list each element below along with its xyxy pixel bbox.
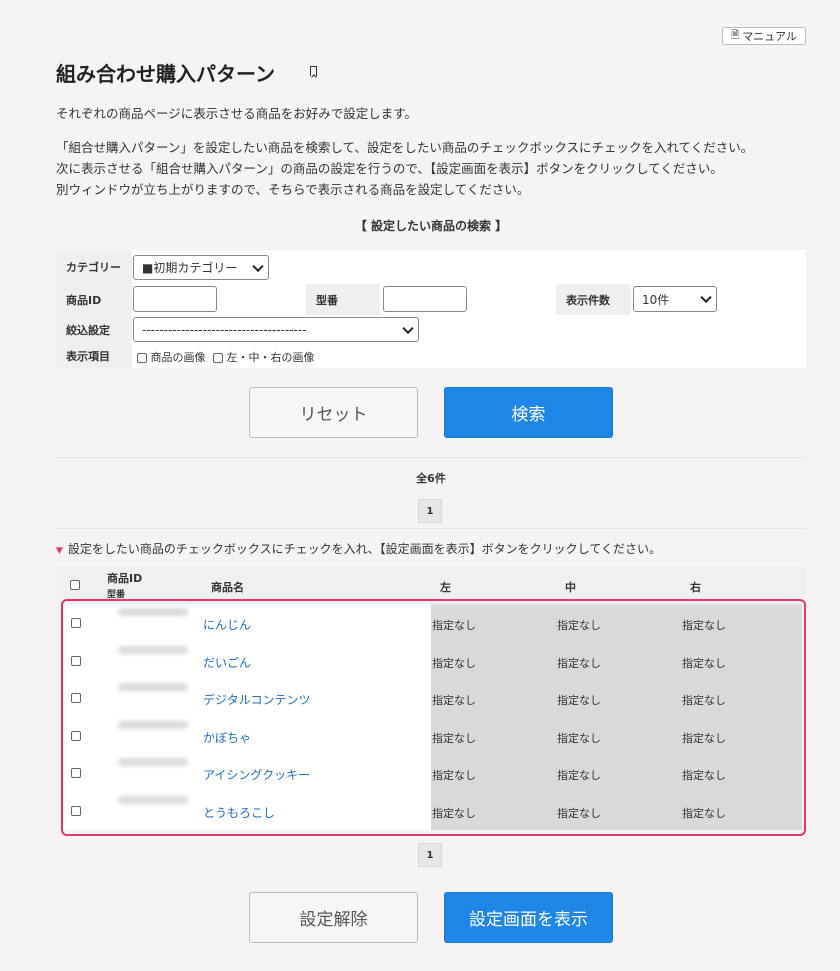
- model-label: 型番: [306, 284, 380, 315]
- display-options: 商品の画像 左・中・右の画像: [137, 349, 315, 365]
- filter-select[interactable]: --------------------------------------: [133, 317, 419, 342]
- column-left: 左: [440, 581, 451, 594]
- cell-left: 指定なし: [432, 619, 476, 632]
- description-line-4: 別ウィンドウが立ち上がりますので、そちらで表示される商品を設定してください。: [56, 182, 530, 197]
- description-line-1: それぞれの商品ページに表示させる商品をお好みで設定します。: [56, 106, 418, 121]
- product-id-redacted: [118, 608, 188, 616]
- pagination-page-1[interactable]: 1: [418, 499, 442, 523]
- bookmark-icon[interactable]: [310, 66, 317, 76]
- cell-left: 指定なし: [432, 807, 476, 820]
- cell-left: 指定なし: [432, 732, 476, 745]
- product-image-checkbox[interactable]: [137, 353, 147, 363]
- table-row: アイシングクッキー 指定なし 指定なし 指定なし: [62, 754, 802, 791]
- lcr-image-checkbox[interactable]: [213, 353, 223, 363]
- result-count: 全6件: [416, 472, 446, 485]
- display-label: 表示項目: [56, 344, 132, 368]
- model-input[interactable]: [383, 286, 467, 312]
- table-row: とうもろこし 指定なし 指定なし 指定なし: [62, 792, 802, 829]
- cell-center: 指定なし: [557, 807, 601, 820]
- category-value: ■初期カテゴリー: [142, 261, 238, 275]
- column-product-name: 商品名: [211, 581, 244, 594]
- cell-right: 指定なし: [682, 732, 726, 745]
- product-id-redacted: [118, 758, 188, 766]
- cell-center: 指定なし: [557, 619, 601, 632]
- filter-label: 絞込設定: [56, 315, 132, 344]
- product-name-link[interactable]: にんじん: [203, 616, 251, 633]
- product-name-link[interactable]: デジタルコンテンツ: [203, 691, 311, 708]
- product-name-link[interactable]: とうもろこし: [203, 804, 275, 821]
- show-settings-button[interactable]: 設定画面を表示: [444, 892, 613, 943]
- document-icon: 🗎: [731, 29, 740, 41]
- divider: [56, 457, 806, 458]
- product-name-link[interactable]: だいごん: [203, 654, 251, 671]
- cell-right: 指定なし: [682, 694, 726, 707]
- manual-label: マニュアル: [742, 30, 797, 43]
- divider: [56, 528, 806, 529]
- lcr-image-option: 左・中・右の画像: [226, 351, 315, 364]
- search-section-title: 【 設定したい商品の検索 】: [354, 219, 508, 233]
- cell-left: 指定なし: [432, 769, 476, 782]
- product-id-redacted: [118, 646, 188, 654]
- cell-left: 指定なし: [432, 694, 476, 707]
- description-line-2: 「組合せ購入パターン」を設定したい商品を検索して、設定をしたい商品のチェックボッ…: [56, 140, 754, 155]
- column-model: 型番: [107, 590, 126, 600]
- table-row: にんじん 指定なし 指定なし 指定なし: [62, 604, 802, 641]
- row-checkbox[interactable]: [71, 618, 81, 628]
- cell-center: 指定なし: [557, 694, 601, 707]
- chevron-down-icon: [402, 322, 414, 334]
- manual-button[interactable]: 🗎 マニュアル: [722, 27, 806, 45]
- pagination-page-1-bottom[interactable]: 1: [418, 843, 442, 867]
- search-button[interactable]: 検索: [444, 387, 613, 438]
- cell-center: 指定なし: [557, 732, 601, 745]
- row-checkbox[interactable]: [71, 693, 81, 703]
- chevron-down-icon: [252, 260, 264, 272]
- filter-value: --------------------------------------: [142, 322, 307, 337]
- cell-center: 指定なし: [557, 657, 601, 670]
- instruction-text: 設定をしたい商品のチェックボックスにチェックを入れ、【設定画面を表示】ボタンをク…: [67, 542, 661, 556]
- search-form: カテゴリー ■初期カテゴリー 商品ID 型番 表示件数 10件 絞込設定 ---…: [56, 250, 806, 368]
- row-checkbox[interactable]: [71, 656, 81, 666]
- instruction-note: ▼ 設定をしたい商品のチェックボックスにチェックを入れ、【設定画面を表示】ボタンを…: [56, 540, 661, 557]
- cell-right: 指定なし: [682, 619, 726, 632]
- select-all-checkbox[interactable]: [70, 580, 80, 590]
- product-id-redacted: [118, 683, 188, 691]
- table-row: デジタルコンテンツ 指定なし 指定なし 指定なし: [62, 679, 802, 716]
- cell-center: 指定なし: [557, 769, 601, 782]
- product-id-redacted: [118, 796, 188, 804]
- product-name-link[interactable]: アイシングクッキー: [203, 766, 310, 783]
- table-row: かぼちゃ 指定なし 指定なし 指定なし: [62, 717, 802, 754]
- per-page-value: 10件: [642, 292, 670, 307]
- description-line-3: 次に表示させる「組合せ購入パターン」の商品の設定を行うので、【設定画面を表示】ボ…: [56, 161, 723, 176]
- category-select[interactable]: ■初期カテゴリー: [133, 255, 269, 280]
- cell-left: 指定なし: [432, 657, 476, 670]
- cell-right: 指定なし: [682, 657, 726, 670]
- table-row: だいごん 指定なし 指定なし 指定なし: [62, 642, 802, 679]
- triangle-down-icon: ▼: [56, 546, 63, 556]
- product-id-label: 商品ID: [56, 284, 132, 315]
- row-checkbox[interactable]: [71, 768, 81, 778]
- page-title: 組み合わせ購入パターン: [56, 62, 275, 86]
- column-center: 中: [565, 581, 576, 594]
- per-page-select[interactable]: 10件: [633, 286, 717, 312]
- product-id-redacted: [118, 721, 188, 729]
- column-product-id: 商品ID: [107, 572, 143, 585]
- row-checkbox[interactable]: [71, 806, 81, 816]
- column-right: 右: [690, 581, 701, 594]
- row-checkbox[interactable]: [71, 731, 81, 741]
- category-label: カテゴリー: [56, 250, 132, 284]
- per-page-label: 表示件数: [556, 284, 631, 315]
- chevron-down-icon: [700, 291, 712, 304]
- product-id-input[interactable]: [133, 286, 217, 312]
- product-image-option: 商品の画像: [150, 351, 206, 364]
- cell-right: 指定なし: [682, 807, 726, 820]
- table-header: 商品ID 型番 商品名 左 中 右: [56, 567, 806, 600]
- cell-right: 指定なし: [682, 769, 726, 782]
- clear-settings-button[interactable]: 設定解除: [249, 892, 418, 943]
- product-name-link[interactable]: かぼちゃ: [203, 729, 251, 746]
- reset-button[interactable]: リセット: [249, 387, 418, 438]
